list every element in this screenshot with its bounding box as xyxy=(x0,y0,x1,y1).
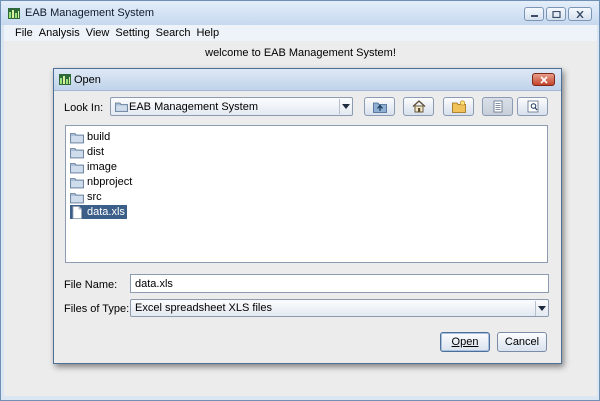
files-of-type-dropdown-arrow[interactable] xyxy=(535,301,547,316)
chevron-down-icon xyxy=(538,306,546,311)
list-item[interactable]: dist xyxy=(70,145,106,159)
folder-icon xyxy=(70,132,84,143)
home-icon xyxy=(412,100,426,113)
open-button-label: Open xyxy=(451,336,479,348)
look-in-dropdown-arrow[interactable] xyxy=(339,99,351,114)
menu-search[interactable]: Search xyxy=(156,27,191,39)
look-in-combo[interactable]: EAB Management System xyxy=(110,97,353,116)
folder-icon xyxy=(115,102,128,112)
cancel-button-label: Cancel xyxy=(504,336,540,348)
folder-icon xyxy=(70,147,84,158)
file-icon xyxy=(72,205,82,219)
menu-file[interactable]: File xyxy=(15,27,33,39)
files-of-type-combo[interactable]: Excel spreadsheet XLS files xyxy=(130,299,549,317)
close-icon xyxy=(540,76,548,84)
up-one-level-button[interactable] xyxy=(364,97,395,116)
app-icon xyxy=(8,8,20,19)
new-folder-icon xyxy=(452,100,466,113)
menubar: File Analysis View Setting Search Help xyxy=(4,25,597,41)
list-item-selected[interactable]: data.xls xyxy=(70,205,127,219)
list-item[interactable]: src xyxy=(70,190,104,204)
main-titlebar[interactable]: EAB Management System xyxy=(1,1,599,25)
menu-view[interactable]: View xyxy=(86,27,110,39)
file-name: nbproject xyxy=(87,176,133,188)
home-button[interactable] xyxy=(403,97,434,116)
details-view-icon xyxy=(527,100,539,113)
list-view-icon xyxy=(493,100,503,113)
up-one-level-icon xyxy=(373,102,387,113)
look-in-value: EAB Management System xyxy=(129,101,259,113)
minimize-icon xyxy=(531,15,538,17)
file-name-input[interactable] xyxy=(130,274,549,293)
open-dialog: Open Look In: EAB Management System buil… xyxy=(53,68,562,364)
files-of-type-value: Excel spreadsheet XLS files xyxy=(135,302,272,314)
minimize-button[interactable] xyxy=(524,7,544,21)
welcome-message: welcome to EAB Management System! xyxy=(205,47,396,59)
dialog-titlebar[interactable]: Open xyxy=(54,69,561,91)
menu-setting[interactable]: Setting xyxy=(115,27,149,39)
maximize-button[interactable] xyxy=(546,7,566,21)
dialog-title: Open xyxy=(74,74,101,86)
file-name: image xyxy=(87,161,117,173)
dialog-app-icon xyxy=(59,74,71,85)
list-view-button[interactable] xyxy=(482,97,513,116)
folder-icon xyxy=(70,177,84,188)
menu-analysis[interactable]: Analysis xyxy=(39,27,80,39)
window-close-button[interactable] xyxy=(568,7,592,21)
file-name: build xyxy=(87,131,111,143)
maximize-icon xyxy=(552,11,561,18)
cancel-button[interactable]: Cancel xyxy=(497,332,547,352)
dialog-close-button[interactable] xyxy=(532,73,555,86)
list-item[interactable]: nbproject xyxy=(70,175,134,189)
file-name-label: File Name: xyxy=(64,279,118,291)
folder-icon xyxy=(70,162,84,173)
chevron-down-icon xyxy=(342,104,350,109)
menu-help[interactable]: Help xyxy=(196,27,219,39)
files-of-type-label: Files of Type: xyxy=(64,303,130,315)
look-in-label: Look In: xyxy=(64,102,104,114)
new-folder-button[interactable] xyxy=(443,97,474,116)
open-button[interactable]: Open xyxy=(440,332,490,352)
list-item[interactable]: build xyxy=(70,130,112,144)
folder-icon xyxy=(70,192,84,203)
file-name: src xyxy=(87,191,102,203)
details-view-button[interactable] xyxy=(517,97,548,116)
file-name: dist xyxy=(87,146,105,158)
list-item[interactable]: image xyxy=(70,160,119,174)
window-title: EAB Management System xyxy=(25,7,155,19)
close-icon xyxy=(576,11,584,18)
file-list[interactable]: build dist image nbproject src data.xls xyxy=(65,125,548,263)
file-name: data.xls xyxy=(87,206,125,218)
